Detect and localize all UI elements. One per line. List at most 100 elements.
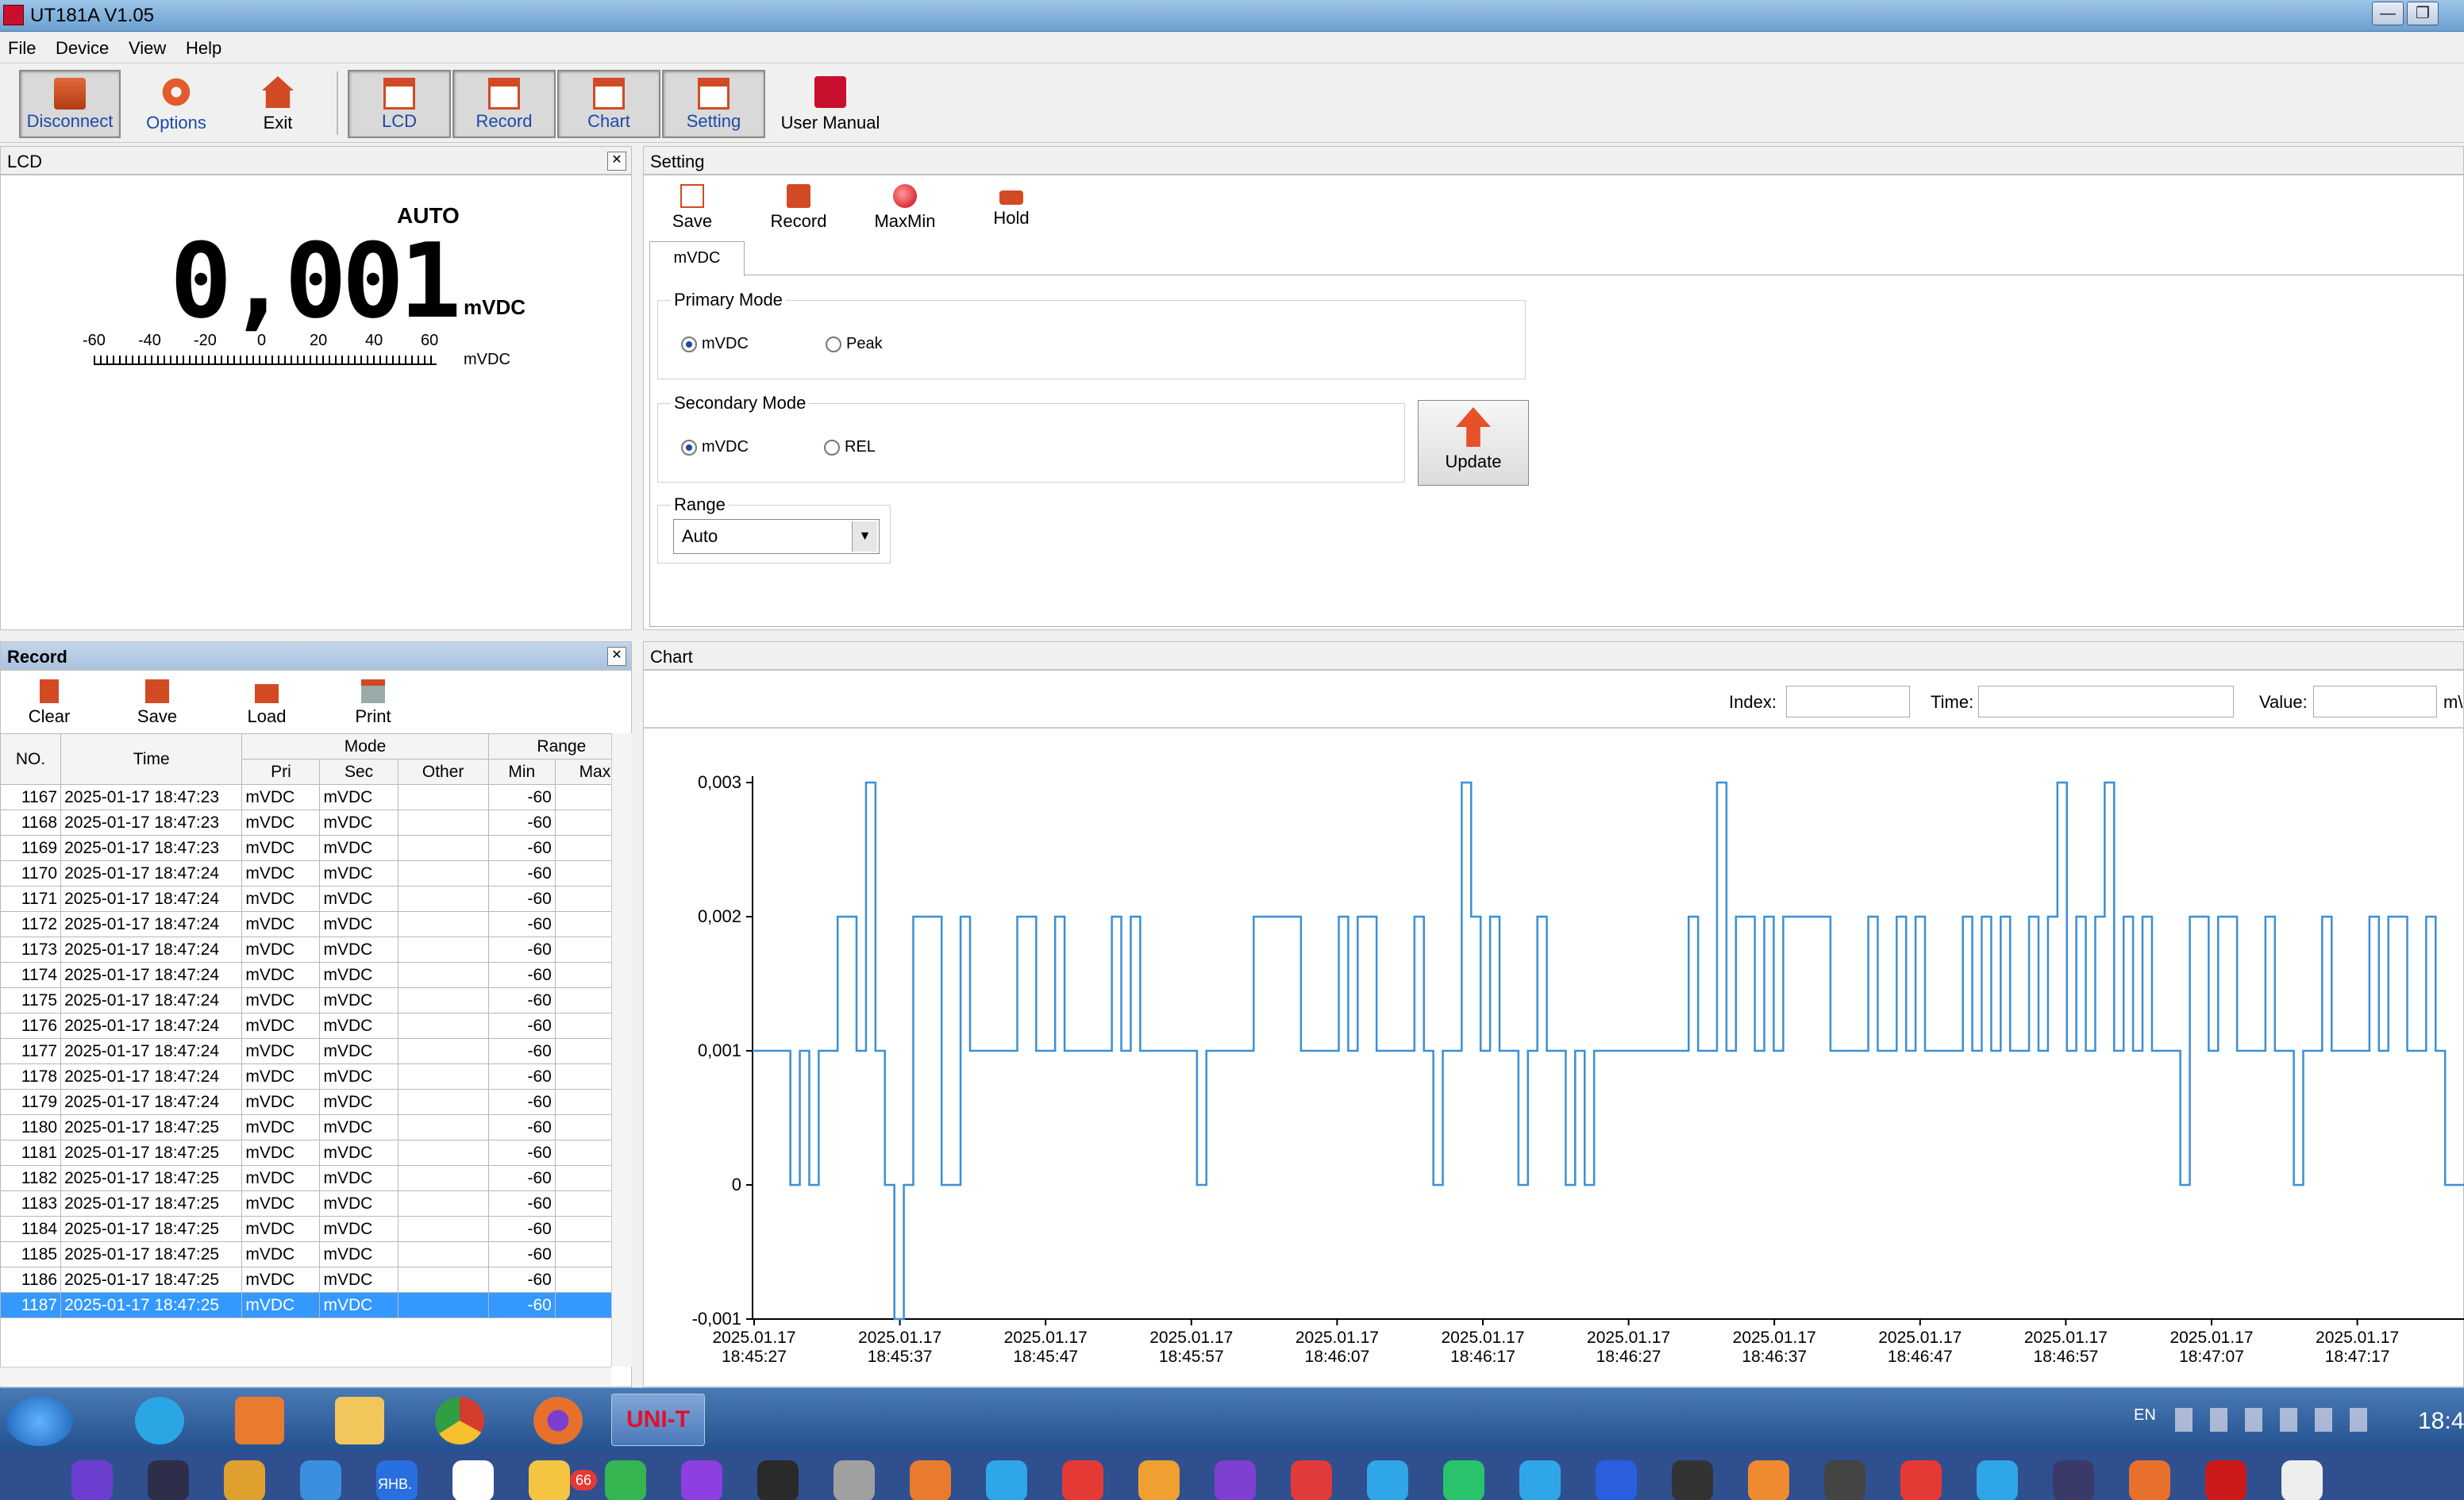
dock-app-icon[interactable]: [224, 1460, 265, 1500]
tray-icons[interactable]: [2175, 1408, 2381, 1432]
table-row[interactable]: 11752025-01-17 18:47:24mVDCmVDC-606: [0, 987, 611, 1013]
menu-help[interactable]: Help: [186, 38, 221, 59]
col-pri[interactable]: Pri: [241, 759, 321, 785]
dock-app-icon[interactable]: [1291, 1460, 1332, 1500]
setting-button[interactable]: Setting: [662, 70, 765, 138]
clock[interactable]: 18:4: [2418, 1408, 2464, 1435]
col-other[interactable]: Other: [397, 759, 489, 785]
dock-app-icon[interactable]: [300, 1460, 341, 1500]
dock-app-icon[interactable]: [1672, 1460, 1713, 1500]
dock-app-icon[interactable]: [1138, 1460, 1180, 1500]
table-row[interactable]: 11762025-01-17 18:47:24mVDCmVDC-606: [0, 1013, 611, 1039]
disconnect-button[interactable]: Disconnect: [19, 70, 121, 138]
dock-app-icon[interactable]: [1215, 1460, 1256, 1500]
exit-button[interactable]: Exit: [230, 70, 325, 138]
record-button[interactable]: Record: [452, 70, 556, 138]
load-button[interactable]: Load: [227, 679, 306, 727]
col-max[interactable]: Max: [554, 759, 611, 785]
hold-button[interactable]: Hold: [972, 184, 1051, 229]
chrome-icon[interactable]: [435, 1397, 484, 1444]
media-player-icon[interactable]: [235, 1397, 284, 1444]
dock-app-icon[interactable]: [1748, 1460, 1789, 1500]
dock-app-icon[interactable]: [529, 1460, 570, 1500]
maxmin-button[interactable]: MaxMin: [865, 184, 945, 232]
table-row[interactable]: 11742025-01-17 18:47:24mVDCmVDC-606: [0, 962, 611, 988]
range-select[interactable]: Auto ▼: [673, 519, 880, 554]
dock-app-icon[interactable]: [1977, 1460, 2018, 1500]
table-row[interactable]: 11772025-01-17 18:47:24mVDCmVDC-606: [0, 1038, 611, 1064]
dock-app-icon[interactable]: [2129, 1460, 2170, 1500]
col-min[interactable]: Min: [487, 759, 556, 785]
menu-view[interactable]: View: [129, 38, 166, 59]
close-icon[interactable]: ✕: [607, 647, 626, 666]
dock-app-icon[interactable]: [605, 1460, 646, 1500]
dock-app-icon[interactable]: [1519, 1460, 1561, 1500]
time-field[interactable]: [1978, 686, 2234, 717]
options-button[interactable]: Options: [125, 70, 227, 138]
chart-button[interactable]: Chart: [557, 70, 660, 138]
primary-peak-radio[interactable]: Peak: [826, 335, 883, 353]
language-indicator[interactable]: EN: [2134, 1406, 2156, 1425]
table-row[interactable]: 11802025-01-17 18:47:25mVDCmVDC-606: [0, 1114, 611, 1140]
table-row[interactable]: 11692025-01-17 18:47:23mVDCmVDC-606: [0, 835, 611, 861]
minimize-button[interactable]: —: [2372, 2, 2404, 25]
start-button[interactable]: [6, 1397, 73, 1446]
table-row[interactable]: 11732025-01-17 18:47:24mVDCmVDC-606: [0, 937, 611, 963]
table-row[interactable]: 11822025-01-17 18:47:25mVDCmVDC-606: [0, 1165, 611, 1191]
primary-mvdc-radio[interactable]: mVDC: [681, 335, 749, 353]
record-save-button[interactable]: Save: [117, 679, 197, 727]
dock-app-icon[interactable]: [1062, 1460, 1103, 1500]
dock-app-icon[interactable]: [1596, 1460, 1637, 1500]
col-sec[interactable]: Sec: [319, 759, 398, 785]
update-button[interactable]: Update: [1418, 400, 1529, 486]
explorer-icon[interactable]: [335, 1397, 384, 1444]
dock-app-icon[interactable]: [452, 1460, 494, 1500]
value-field[interactable]: [2313, 686, 2437, 717]
lcd-button[interactable]: LCD: [348, 70, 451, 138]
table-row[interactable]: 11832025-01-17 18:47:25mVDCmVDC-606: [0, 1190, 611, 1217]
dock-app-icon[interactable]: [2053, 1460, 2094, 1500]
dock-app-icon[interactable]: [986, 1460, 1027, 1500]
maximize-button[interactable]: ❐: [2407, 2, 2439, 25]
dock-app-icon[interactable]: [757, 1460, 799, 1500]
table-row[interactable]: 11682025-01-17 18:47:23mVDCmVDC-606: [0, 810, 611, 836]
dock-app-icon[interactable]: [71, 1460, 113, 1500]
secondary-rel-radio[interactable]: REL: [824, 438, 876, 456]
dock-app-icon[interactable]: [681, 1460, 722, 1500]
col-time[interactable]: Time: [60, 733, 243, 785]
col-no[interactable]: NO.: [0, 733, 62, 785]
dock-app-icon[interactable]: [1367, 1460, 1408, 1500]
table-row[interactable]: 11862025-01-17 18:47:25mVDCmVDC-606: [0, 1267, 611, 1293]
menu-device[interactable]: Device: [56, 38, 109, 59]
measurement-chart[interactable]: 0,0030,0020,0010-0,0012025.01.1718:45:27…: [643, 730, 2464, 1386]
table-row[interactable]: 11842025-01-17 18:47:25mVDCmVDC-606: [0, 1216, 611, 1242]
tab-mvdc[interactable]: mVDC: [649, 241, 745, 276]
dock-app-icon[interactable]: [148, 1460, 189, 1500]
dock-app-icon[interactable]: [910, 1460, 951, 1500]
table-row[interactable]: 11872025-01-17 18:47:25mVDCmVDC-606: [0, 1292, 611, 1318]
dock-app-icon[interactable]: [1824, 1460, 1865, 1500]
index-field[interactable]: [1786, 686, 1910, 717]
setting-save-button[interactable]: Save: [653, 184, 732, 232]
chevron-down-icon[interactable]: ▼: [852, 521, 877, 552]
table-row[interactable]: 11712025-01-17 18:47:24mVDCmVDC-606: [0, 886, 611, 912]
menu-file[interactable]: File: [8, 38, 36, 59]
col-range[interactable]: Range: [487, 733, 611, 760]
vertical-scrollbar[interactable]: [611, 733, 632, 1367]
table-row[interactable]: 11722025-01-17 18:47:24mVDCmVDC-606: [0, 911, 611, 937]
table-row[interactable]: 11782025-01-17 18:47:24mVDCmVDC-606: [0, 1063, 611, 1090]
dock-app-icon[interactable]: [1443, 1460, 1484, 1500]
horizontal-scrollbar[interactable]: [0, 1367, 611, 1386]
secondary-mvdc-radio[interactable]: mVDC: [681, 438, 749, 456]
dock-app-icon[interactable]: [2281, 1460, 2323, 1500]
firefox-icon[interactable]: [533, 1397, 583, 1444]
table-row[interactable]: 11792025-01-17 18:47:24mVDCmVDC-606: [0, 1089, 611, 1115]
clear-button[interactable]: Clear: [10, 679, 89, 727]
table-row[interactable]: 11702025-01-17 18:47:24mVDCmVDC-606: [0, 860, 611, 887]
ie-icon[interactable]: [135, 1397, 184, 1444]
uni-t-taskbar-button[interactable]: UNI-T: [611, 1394, 705, 1446]
dock-app-icon[interactable]: [1900, 1460, 1942, 1500]
print-button[interactable]: Print: [333, 679, 413, 727]
user-manual-button[interactable]: User Manual: [775, 70, 886, 138]
col-mode[interactable]: Mode: [241, 733, 489, 760]
